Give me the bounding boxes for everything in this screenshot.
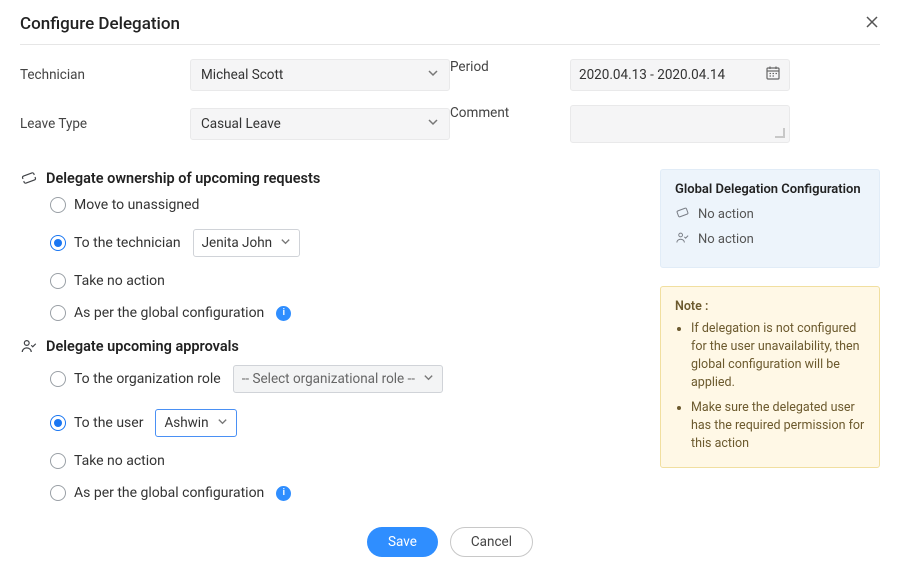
form-row-2: Leave Type Casual Leave Comment xyxy=(20,105,880,143)
approvals-user-select[interactable]: Ashwin xyxy=(155,409,236,437)
approvals-section-title: Delegate upcoming approvals xyxy=(20,337,660,355)
period-input[interactable]: 2020.04.13 - 2020.04.14 xyxy=(570,59,790,91)
option-label: To the organization role xyxy=(74,371,221,387)
chevron-down-icon xyxy=(427,67,439,83)
cancel-button-label: Cancel xyxy=(471,534,512,550)
period-value: 2020.04.13 - 2020.04.14 xyxy=(579,67,725,83)
approvals-option-no-action[interactable]: Take no action xyxy=(50,453,660,469)
close-icon[interactable] xyxy=(864,14,880,34)
save-button[interactable]: Save xyxy=(367,527,438,557)
config-line-text: No action xyxy=(698,207,754,222)
user-check-icon xyxy=(675,230,690,249)
ownership-option-to-technician[interactable]: To the technician Jenita John xyxy=(50,229,660,257)
user-check-icon xyxy=(20,337,38,355)
approvals-option-org-role[interactable]: To the organization role -- Select organ… xyxy=(50,365,660,393)
radio-icon xyxy=(50,305,66,321)
note-box: Note : If delegation is not configured f… xyxy=(660,286,880,468)
approvals-option-global[interactable]: As per the global configuration i xyxy=(50,485,660,501)
ownership-option-no-action[interactable]: Take no action xyxy=(50,273,660,289)
global-config-title: Global Delegation Configuration xyxy=(675,182,865,197)
approvals-option-to-user[interactable]: To the user Ashwin xyxy=(50,409,660,437)
note-item: If delegation is not configured for the … xyxy=(691,320,865,393)
ownership-technician-select[interactable]: Jenita John xyxy=(193,229,301,257)
comment-input[interactable] xyxy=(570,105,790,143)
radio-icon xyxy=(50,415,66,431)
leave-type-select[interactable]: Casual Leave xyxy=(190,108,450,140)
technician-select[interactable]: Micheal Scott xyxy=(190,59,450,91)
calendar-icon xyxy=(765,65,781,85)
radio-icon xyxy=(50,197,66,213)
radio-icon xyxy=(50,453,66,469)
select-value: Jenita John xyxy=(202,235,273,251)
option-label: Take no action xyxy=(74,273,165,289)
radio-icon xyxy=(50,273,66,289)
ticket-icon xyxy=(675,205,690,224)
leave-type-value: Casual Leave xyxy=(201,116,281,132)
radio-icon xyxy=(50,235,66,251)
global-config-line-ownership: No action xyxy=(675,205,865,224)
technician-label: Technician xyxy=(20,67,190,83)
option-label: To the technician xyxy=(74,235,181,251)
period-label: Period xyxy=(450,59,570,75)
select-value: -- Select organizational role -- xyxy=(242,371,415,387)
save-button-label: Save xyxy=(388,534,417,550)
ownership-section-title: Delegate ownership of upcoming requests xyxy=(20,169,660,187)
note-item: Make sure the delegated user has the req… xyxy=(691,399,865,453)
ownership-title-text: Delegate ownership of upcoming requests xyxy=(46,170,320,187)
ownership-option-unassigned[interactable]: Move to unassigned xyxy=(50,197,660,213)
option-label: As per the global configuration xyxy=(74,305,264,321)
dialog-title: Configure Delegation xyxy=(20,14,180,34)
chevron-down-icon xyxy=(280,235,291,251)
leave-type-label: Leave Type xyxy=(20,116,190,132)
info-icon[interactable]: i xyxy=(276,306,291,321)
global-config-line-approvals: No action xyxy=(675,230,865,249)
configure-delegation-dialog: Configure Delegation Technician Micheal … xyxy=(0,0,900,567)
note-list: If delegation is not configured for the … xyxy=(691,320,865,453)
option-label: Take no action xyxy=(74,453,165,469)
chevron-down-icon xyxy=(217,415,228,431)
ticket-icon xyxy=(20,169,38,187)
approvals-title-text: Delegate upcoming approvals xyxy=(46,338,239,355)
global-config-box: Global Delegation Configuration No actio… xyxy=(660,169,880,268)
option-label: Move to unassigned xyxy=(74,197,199,213)
technician-value: Micheal Scott xyxy=(201,67,283,83)
dialog-footer: Save Cancel xyxy=(20,527,880,557)
radio-icon xyxy=(50,485,66,501)
dialog-header: Configure Delegation xyxy=(20,14,880,45)
option-label: As per the global configuration xyxy=(74,485,264,501)
radio-icon xyxy=(50,371,66,387)
chevron-down-icon xyxy=(427,116,439,132)
config-line-text: No action xyxy=(698,232,754,247)
select-value: Ashwin xyxy=(164,415,208,431)
chevron-down-icon xyxy=(423,371,434,387)
ownership-option-global[interactable]: As per the global configuration i xyxy=(50,305,660,321)
info-icon[interactable]: i xyxy=(276,486,291,501)
comment-label: Comment xyxy=(450,105,570,121)
cancel-button[interactable]: Cancel xyxy=(450,527,533,557)
approvals-org-role-select[interactable]: -- Select organizational role -- xyxy=(233,365,443,393)
form-row-1: Technician Micheal Scott Period 2020.04.… xyxy=(20,59,880,91)
option-label: To the user xyxy=(74,415,143,431)
note-title: Note : xyxy=(675,299,865,314)
